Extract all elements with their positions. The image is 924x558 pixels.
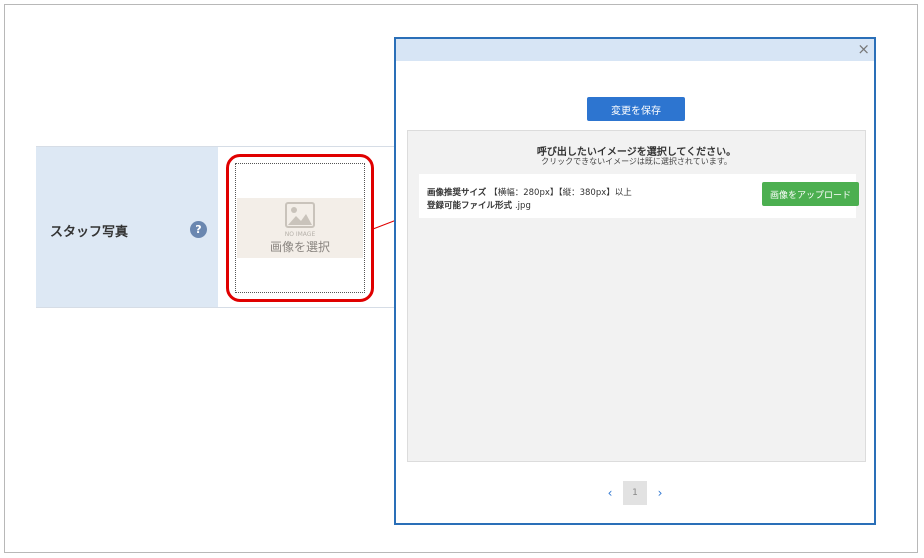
pagination: ‹ 1 › <box>396 481 874 505</box>
image-select-modal: × 変更を保存 呼び出したいイメージを選択してください。 クリックできないイメー… <box>394 37 876 525</box>
size-label: 画像推奨サイズ <box>427 188 487 198</box>
size-value: 【横幅：280px】【縦：380px】以上 <box>489 188 632 198</box>
upload-panel: 画像推奨サイズ 【横幅：280px】【縦：380px】以上 登録可能ファイル形式… <box>419 174 859 218</box>
modal-header: × <box>396 39 874 61</box>
file-format: 登録可能ファイル形式 .jpg <box>427 199 531 211</box>
format-label: 登録可能ファイル形式 <box>427 201 513 211</box>
recommended-size: 画像推奨サイズ 【横幅：280px】【縦：380px】以上 <box>427 186 632 198</box>
close-icon[interactable]: × <box>857 40 870 58</box>
page-number-current[interactable]: 1 <box>623 481 647 505</box>
image-gallery: 呼び出したいイメージを選択してください。 クリックできないイメージは既に選択され… <box>407 130 866 462</box>
upload-image-button[interactable]: 画像をアップロード <box>762 182 859 206</box>
gallery-subtitle: クリックできないイメージは既に選択されています。 <box>541 157 732 166</box>
format-value: .jpg <box>514 201 531 211</box>
prev-page-icon[interactable]: ‹ <box>603 486 617 500</box>
save-changes-button[interactable]: 変更を保存 <box>587 97 685 121</box>
next-page-icon[interactable]: › <box>653 486 667 500</box>
